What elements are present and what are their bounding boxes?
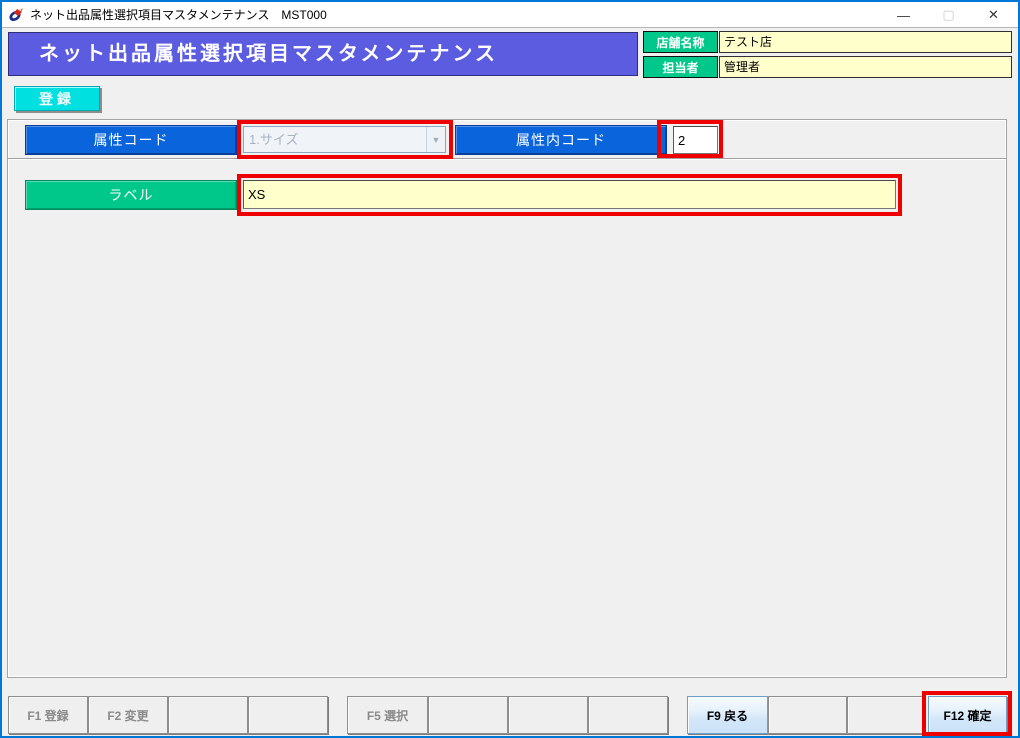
title-bar: ネット出品属性選択項目マスタメンテナンス MST000 — ▢ ✕ — [2, 2, 1018, 28]
shop-name-label: 店舗名称 — [643, 31, 718, 53]
fkey-f3-empty — [168, 696, 248, 734]
staff-value: 管理者 — [719, 56, 1012, 78]
window-title: ネット出品属性選択項目マスタメンテナンス MST000 — [30, 8, 327, 22]
minimize-button[interactable]: — — [881, 2, 926, 28]
fkey-f5-select[interactable]: F5 選択 — [347, 696, 428, 734]
staff-label: 担当者 — [643, 56, 718, 78]
panel-divider — [8, 158, 1006, 160]
maximize-button: ▢ — [942, 7, 955, 22]
fkey-f7-empty — [508, 696, 588, 734]
fkey-f4-empty — [248, 696, 328, 734]
attr-inner-code-label: 属性内コード — [455, 125, 667, 155]
window-controls: — ▢ ✕ — [881, 2, 1016, 28]
fkey-f9-back[interactable]: F9 戻る — [687, 696, 768, 734]
attr-inner-code-input[interactable] — [673, 126, 718, 154]
fkey-f10-empty — [768, 696, 847, 734]
register-mode-button[interactable]: 登録 — [14, 86, 100, 111]
fkey-f11-empty — [847, 696, 924, 734]
fkey-f1-register[interactable]: F1 登録 — [8, 696, 88, 734]
page-title: ネット出品属性選択項目マスタメンテナンス — [8, 32, 638, 76]
label-input[interactable] — [243, 180, 896, 209]
fkey-f12-confirm[interactable]: F12 確定 — [928, 696, 1007, 734]
app-icon — [8, 7, 24, 23]
attr-code-label: 属性コード — [25, 125, 237, 155]
shop-name-value: テスト店 — [719, 31, 1012, 53]
attr-code-select[interactable]: 1.サイズ ▼ — [243, 126, 446, 153]
fkey-f6-empty — [428, 696, 508, 734]
fkey-f2-change[interactable]: F2 変更 — [88, 696, 168, 734]
label-field-label: ラベル — [25, 180, 237, 210]
chevron-down-icon[interactable]: ▼ — [426, 127, 445, 152]
close-button[interactable]: ✕ — [971, 2, 1016, 28]
attr-code-selected-value: 1.サイズ — [249, 132, 299, 147]
fkey-f8-empty — [588, 696, 668, 734]
app-window: ネット出品属性選択項目マスタメンテナンス MST000 — ▢ ✕ ネット出品属… — [0, 0, 1020, 738]
